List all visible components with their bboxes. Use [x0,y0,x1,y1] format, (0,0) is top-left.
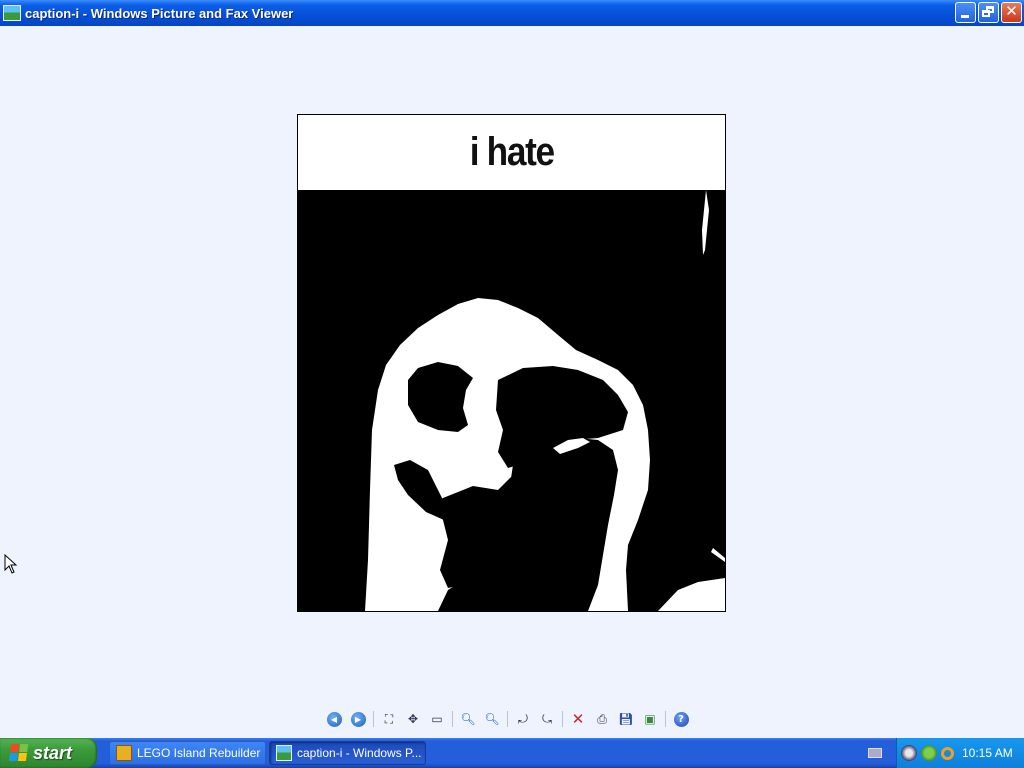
windows-logo-icon [8,744,30,762]
help-icon: ? [673,711,689,727]
windows-logo-blue [8,753,18,761]
print-icon: ⎙ [597,711,607,726]
start-label: start [33,742,73,763]
shield-icon[interactable] [921,745,937,761]
edit-button[interactable]: ▣ [640,709,660,729]
print-button[interactable]: ⎙ [592,709,612,729]
best-fit-button[interactable]: ⛶ [379,709,399,729]
windows-logo-green [19,744,29,752]
toolbar-separator [507,711,508,727]
rotate-counterclockwise-button[interactable]: ⤿ [537,709,557,729]
picture-viewer-icon[interactable] [3,5,21,21]
image-caption-band: i hate [298,115,725,190]
toolbar-separator [452,711,453,727]
picture-viewer-icon [276,745,292,761]
keyboard-language-icon[interactable] [868,748,882,758]
edit-icon: ▣ [644,712,656,726]
window-controls: ✕ [955,2,1022,23]
viewer-toolbar: ◀ ▶ ⛶ ✥ ▭ 🔍︎ 🔍︎ ⤾ ⤿ ✕ ⎙ 💾︎ ▣ ? [322,708,693,730]
previous-image-button[interactable]: ◀ [324,709,344,729]
displayed-image: i hate [297,114,726,612]
minimize-button[interactable] [955,2,976,23]
toolbar-separator [373,711,374,727]
slideshow-button[interactable]: ▭ [427,709,447,729]
search-icon[interactable] [941,746,954,760]
close-button[interactable]: ✕ [1001,2,1022,23]
actual-size-button[interactable]: ✥ [403,709,423,729]
zoom-in-icon: 🔍︎ [460,712,476,726]
toolbar-separator [562,711,563,727]
minimize-icon [961,15,969,18]
taskbar-item-picture-viewer[interactable]: caption-i - Windows P... [269,741,426,765]
window-title: caption-i - Windows Picture and Fax View… [25,5,294,21]
zoom-out-icon: 🔍︎ [484,712,500,726]
previous-icon: ◀ [326,711,342,727]
save-icon: 💾︎ [618,712,634,726]
rotate-counterclockwise-icon: ⤿ [542,711,552,726]
restore-icon-front [982,10,990,17]
next-icon: ▶ [350,711,366,727]
lego-island-icon [116,745,132,761]
actual-size-icon: ✥ [407,712,419,726]
windows-logo-yellow [17,753,27,761]
slideshow-icon: ▭ [431,712,443,726]
help-button[interactable]: ? [671,709,691,729]
system-tray: 10:15 AM [896,738,1024,768]
rotate-clockwise-button[interactable]: ⤾ [513,709,533,729]
title-bar[interactable]: caption-i - Windows Picture and Fax View… [0,0,1024,26]
delete-button[interactable]: ✕ [568,709,588,729]
next-image-button[interactable]: ▶ [348,709,368,729]
zoom-out-button[interactable]: 🔍︎ [482,709,502,729]
taskbar-item-label: caption-i - Windows P... [297,746,422,760]
start-button[interactable]: start [0,738,97,768]
taskbar: start LEGO Island Rebuilder caption-i - … [0,738,1024,768]
windows-logo-red [10,744,20,752]
rotate-clockwise-icon: ⤾ [518,711,528,726]
save-button[interactable]: 💾︎ [616,709,636,729]
best-fit-icon: ⛶ [384,711,394,726]
close-icon: ✕ [1005,2,1018,20]
network-icon[interactable] [901,745,917,761]
taskbar-item-lego-island[interactable]: LEGO Island Rebuilder [109,741,266,765]
zoom-in-button[interactable]: 🔍︎ [458,709,478,729]
toolbar-separator [665,711,666,727]
delete-icon: ✕ [571,710,585,728]
image-caption-text: i hate [469,130,554,174]
clock[interactable]: 10:15 AM [962,746,1013,760]
mouse-cursor-icon [4,554,18,574]
meme-photo [298,190,725,611]
restore-button[interactable] [978,2,999,23]
taskbar-item-label: LEGO Island Rebuilder [137,746,261,760]
